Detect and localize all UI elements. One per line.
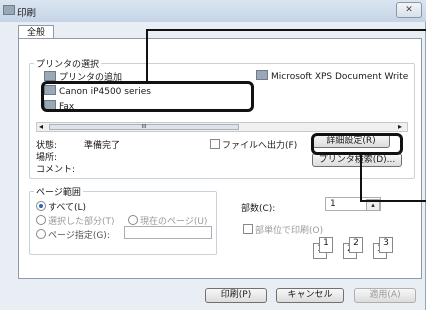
page-range-legend: ページ範囲 [34,185,83,198]
cancel-button[interactable]: キャンセル [276,288,344,303]
printer-list-scrollbar[interactable]: ◂ III ▸ [36,122,408,132]
list-item-xps[interactable]: Microsoft XPS Document Write [256,70,408,82]
checkbox-box[interactable] [210,139,220,149]
title-bar: 印刷 ✕ [0,0,426,22]
pages-input[interactable] [124,226,212,239]
radio-pages[interactable]: ページ指定(G): [36,228,110,241]
find-printer-button[interactable]: プリンタ検索(D)... [312,153,402,167]
collate-illustration: 1 1 2 2 3 3 [313,237,405,263]
scroll-right-icon[interactable]: ▸ [398,122,402,131]
add-printer-icon [44,71,56,81]
apply-button[interactable]: 適用(A) [354,288,416,303]
close-button[interactable]: ✕ [396,2,422,18]
page-range-group: ページ範囲 すべて(L) 選択した部分(T) 現在のページ(U) ページ指定(G… [29,185,217,255]
printer-select-legend: プリンタの選択 [34,57,102,70]
printer-icon [256,70,268,80]
callout-line-printer-vertical [146,29,148,82]
callout-printer-highlight [41,81,254,112]
printer-icon [3,5,18,17]
callout-line-printer-horizontal [146,29,426,31]
comment-label: コメント: [36,165,76,175]
print-button[interactable]: 印刷(P) [205,288,267,303]
radio-all[interactable]: すべて(L) [36,200,86,213]
callout-line-preferences-horizontal [360,200,426,202]
radio-selection[interactable]: 選択した部分(T) [36,214,115,227]
print-to-file-checkbox[interactable]: ファイルへ出力(F) [210,138,297,151]
callout-line-preferences-vertical [360,154,362,202]
scroll-thumb[interactable]: III [49,124,239,130]
scroll-left-icon[interactable]: ◂ [39,122,43,131]
status-value: 準備完了 [84,141,121,151]
callout-preferences-highlight [311,133,403,155]
collate-checkbox[interactable]: 部単位で印刷(O) [243,223,323,236]
copies-label: 部数(C): [241,204,276,214]
window-title: 印刷 [17,8,37,19]
